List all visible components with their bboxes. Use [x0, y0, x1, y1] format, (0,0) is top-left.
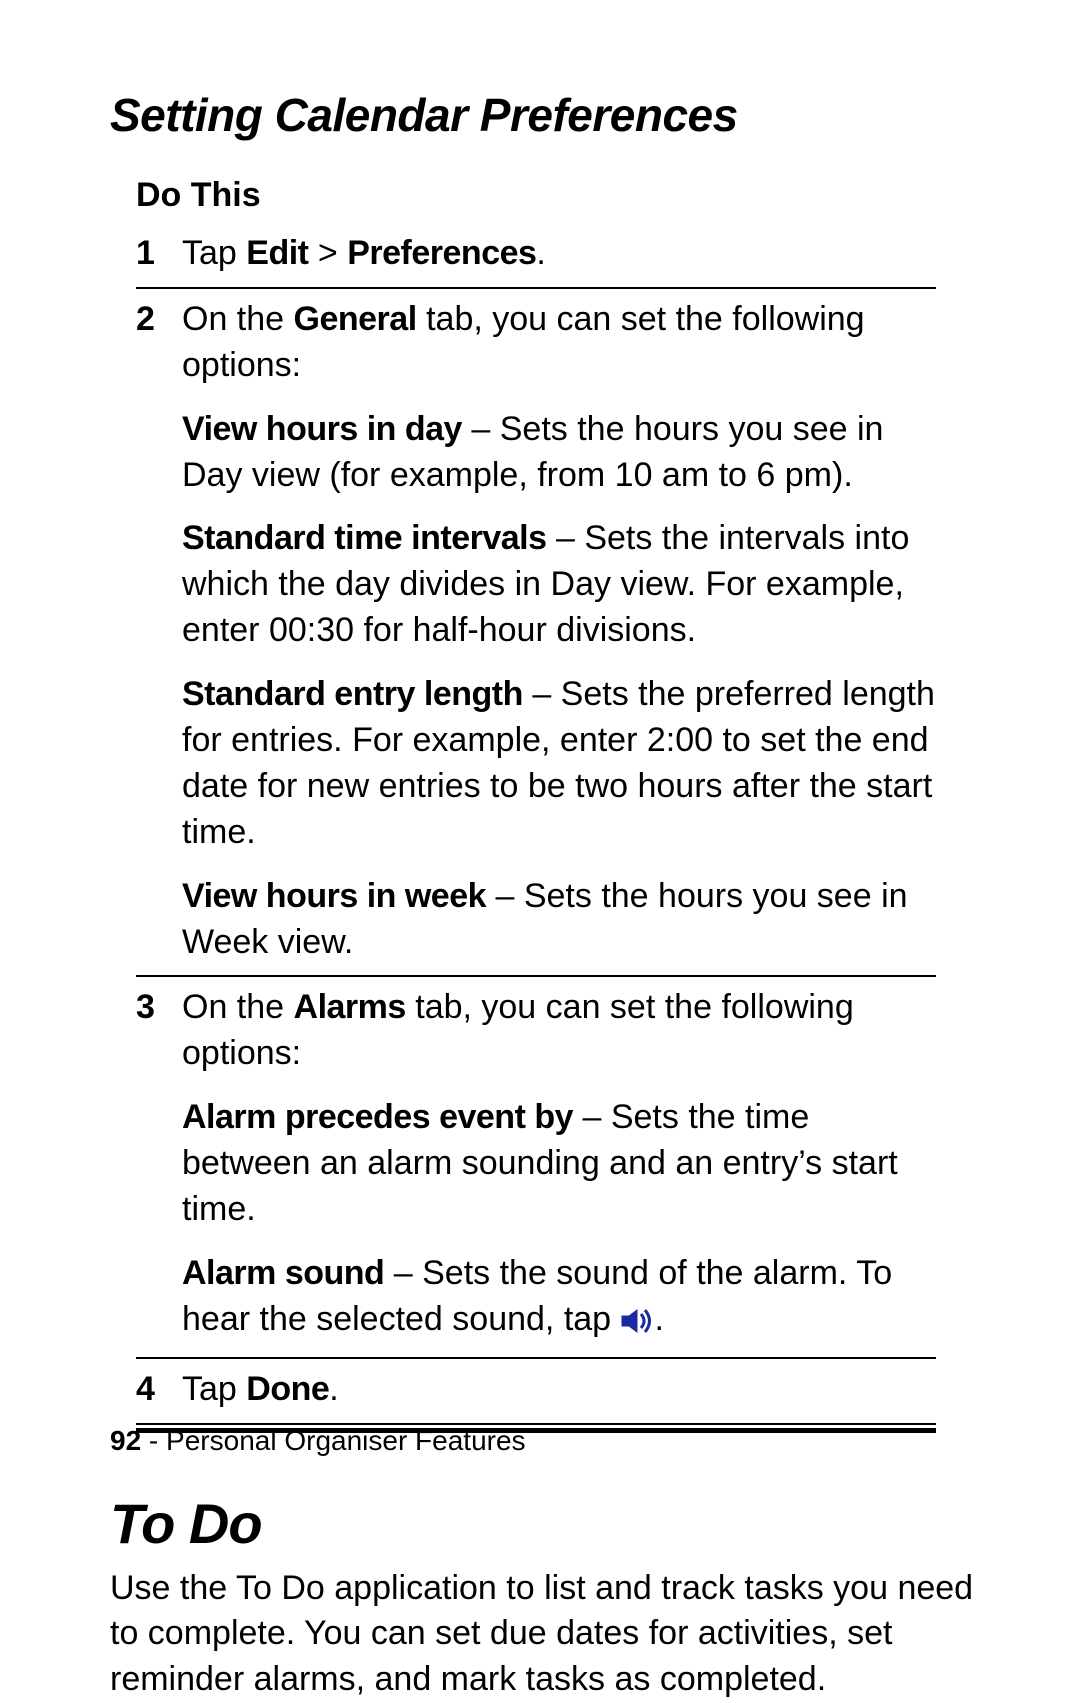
todo-paragraph: Use the To Do application to list and tr…	[110, 1566, 980, 1703]
text: Tap	[182, 234, 246, 272]
option-label: View hours in day	[182, 410, 462, 448]
step-body: Tap Edit > Preferences.	[182, 231, 936, 277]
page-footer: 92 - Personal Organiser Features	[110, 1425, 526, 1457]
page: Setting Calendar Preferences Do This 1 T…	[0, 0, 1080, 1525]
table-header-do-this: Do This	[136, 176, 970, 215]
page-number: 92	[110, 1425, 141, 1456]
option-label: View hours in week	[182, 877, 486, 915]
step-row: 3 On the Alarms tab, you can set the fol…	[136, 975, 936, 1356]
footer-separator: -	[141, 1425, 166, 1456]
section-heading-calendar-prefs: Setting Calendar Preferences	[110, 88, 970, 142]
ui-label-edit: Edit	[246, 234, 308, 272]
step-number: 3	[136, 985, 182, 1031]
option-label: Alarm precedes event by	[182, 1098, 573, 1136]
footer-section: Personal Organiser Features	[166, 1425, 526, 1456]
step-row: 2 On the General tab, you can set the fo…	[136, 287, 936, 976]
section-heading-todo: To Do	[110, 1491, 970, 1556]
option-label: Standard entry length	[182, 675, 523, 713]
ui-label-preferences: Preferences	[347, 234, 536, 272]
ui-label-alarms-tab: Alarms	[294, 988, 406, 1026]
step-row: 1 Tap Edit > Preferences.	[136, 223, 936, 287]
speaker-icon	[621, 1301, 655, 1347]
step-row: 4 Tap Done.	[136, 1357, 936, 1423]
text: .	[329, 1370, 338, 1408]
step-body: On the Alarms tab, you can set the follo…	[182, 985, 936, 1346]
option-label: Standard time intervals	[182, 519, 547, 557]
option-label: Alarm sound	[182, 1254, 384, 1292]
text: Tap	[182, 1370, 246, 1408]
steps-table: 1 Tap Edit > Preferences. 2 On the Gener…	[136, 223, 936, 1423]
text: >	[308, 234, 347, 272]
text: On the	[182, 300, 294, 338]
step-number: 2	[136, 297, 182, 343]
step-number: 4	[136, 1367, 182, 1413]
step-body: On the General tab, you can set the foll…	[182, 297, 936, 966]
ui-label-done: Done	[246, 1370, 329, 1408]
option-text: .	[655, 1300, 664, 1338]
text: On the	[182, 988, 294, 1026]
text: .	[536, 234, 545, 272]
step-body: Tap Done.	[182, 1367, 936, 1413]
ui-label-general-tab: General	[294, 300, 417, 338]
step-number: 1	[136, 231, 182, 277]
